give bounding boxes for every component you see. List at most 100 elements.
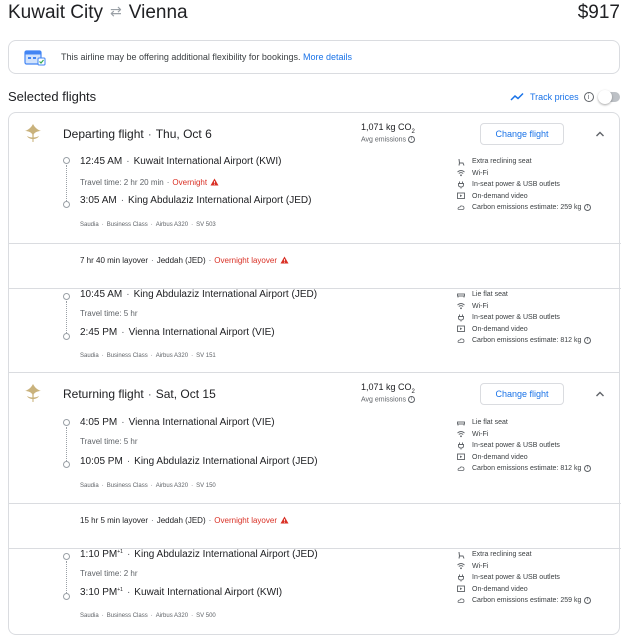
co2-summary: 1,071 kg CO2 Avg emissions i [361, 122, 416, 143]
departure-time: 12:45 AM [80, 156, 123, 167]
amenity-emissions: Carbon emissions estimate: 812 kg i [457, 463, 617, 475]
wifi-icon [457, 430, 465, 438]
info-icon[interactable]: i [583, 92, 594, 102]
amenity-video: On-demand video [457, 452, 617, 464]
amenity-power: In-seat power & USB outlets [457, 179, 617, 191]
amenities-list: Extra reclining seat Wi-Fi In-seat power… [457, 549, 617, 607]
track-prices-label[interactable]: Track prices [530, 92, 579, 102]
next-day-indicator: +1 [117, 587, 123, 593]
lie-flat-seat-icon [457, 291, 465, 299]
wifi-icon [457, 562, 465, 570]
toggle-knob [598, 90, 612, 104]
departing-date: Thu, Oct 6 [155, 127, 212, 141]
info-icon[interactable]: i [584, 337, 592, 345]
seat-icon [457, 551, 465, 559]
departing-label: Departing flight [63, 127, 144, 141]
warning-icon [280, 256, 289, 264]
banner-text: This airline may be offering additional … [61, 52, 352, 62]
departure-row: 1:10 PM+1 · King Abdulaziz International A… [80, 549, 318, 560]
info-icon[interactable]: i [408, 135, 416, 143]
departure-row: 12:45 AM · Kuwait International Airport (K… [80, 156, 282, 167]
lie-flat-seat-icon [457, 419, 465, 427]
change-flight-button[interactable]: Change flight [480, 383, 564, 405]
origin-city: Kuwait City [8, 2, 104, 23]
returning-label: Returning flight [63, 387, 144, 401]
arrival-row: 10:05 PM · King Abdulaziz International Ai… [80, 456, 318, 467]
track-prices[interactable]: Track prices i [510, 89, 594, 105]
trend-icon [510, 92, 524, 101]
amenity-wifi: Wi-Fi [457, 168, 617, 180]
more-details-link[interactable]: More details [303, 52, 352, 62]
arrival-row: 3:05 AM · King Abdulaziz International Air… [80, 195, 312, 206]
flight-details: Saudia · Business Class · Airbus A320 · SV 151 [80, 353, 216, 359]
seat-icon [457, 158, 465, 166]
change-flight-button[interactable]: Change flight [480, 123, 564, 145]
amenities-list: Lie flat seat Wi-Fi In-seat power & USB … [457, 289, 617, 347]
layover-duration: 15 hr 5 min layover [80, 516, 149, 525]
timeline [62, 553, 72, 601]
track-prices-toggle[interactable] [598, 90, 620, 104]
departure-airport: King Abdulaziz International Airport (JE… [133, 289, 318, 300]
timeline [62, 419, 72, 469]
power-plug-icon [457, 442, 465, 450]
video-icon [457, 585, 465, 593]
layover-row: 15 hr 5 min layover · Jeddah (JED) · Overnig… [9, 503, 621, 549]
layover-duration: 7 hr 40 min layover [80, 256, 149, 265]
layover-row: 7 hr 40 min layover · Jeddah (JED) · Overnig… [9, 243, 621, 289]
amenity-power: In-seat power & USB outlets [457, 440, 617, 452]
banner-message: This airline may be offering additional … [61, 52, 301, 62]
co2-value: 1,071 kg CO2 [361, 122, 415, 135]
info-icon[interactable]: i [584, 204, 592, 212]
arrival-time: 3:05 AM [80, 195, 117, 206]
co2-summary: 1,071 kg CO2 Avg emissions i [361, 382, 416, 403]
overnight-layover-warning: Overnight layover [214, 516, 277, 525]
info-icon[interactable]: i [584, 597, 592, 605]
total-price: $917 [577, 2, 620, 23]
flight-leg: 12:45 AM · Kuwait International Airport (K… [9, 151, 621, 243]
amenity-wifi: Wi-Fi [457, 301, 617, 313]
info-icon[interactable]: i [584, 465, 592, 473]
power-plug-icon [457, 181, 465, 189]
departing-title: Departing flight · Thu, Oct 6 [63, 127, 212, 141]
overnight-warning: Overnight [172, 178, 208, 187]
timeline [62, 293, 72, 341]
co2-icon [457, 465, 465, 473]
departure-airport: King Abdulaziz International Airport (JE… [134, 549, 318, 560]
amenity-emissions: Carbon emissions estimate: 812 kg i [457, 335, 617, 347]
swap-arrows-icon: ⇄ [110, 3, 122, 19]
amenity-video: On-demand video [457, 191, 617, 203]
travel-time: Travel time: 5 hr [80, 309, 138, 318]
flight-leg: 4:05 PM · Vienna International Airport (VI… [9, 415, 621, 503]
co2-icon [457, 337, 465, 345]
overnight-layover-warning: Overnight layover [214, 256, 277, 265]
returning-title: Returning flight · Sat, Oct 15 [63, 387, 216, 401]
timeline [62, 157, 72, 209]
departure-time: 1:10 PM [80, 549, 118, 560]
flight-details: Saudia · Business Class · Airbus A320 · SV 150 [80, 483, 216, 489]
wifi-icon [457, 169, 465, 177]
returning-flight-card: Returning flight · Sat, Oct 15 1,071 kg CO… [8, 373, 621, 635]
arrival-airport: Vienna International Airport (VIE) [128, 327, 275, 338]
amenities-list: Lie flat seat Wi-Fi In-seat power & USB … [457, 417, 617, 475]
video-icon [457, 325, 465, 333]
power-plug-icon [457, 574, 465, 582]
route-title: Kuwait City ⇄ Vienna [8, 2, 188, 24]
co2-icon [457, 597, 465, 605]
chevron-up-icon[interactable] [593, 387, 607, 401]
amenity-seat: Lie flat seat [457, 417, 617, 429]
amenity-seat: Lie flat seat [457, 289, 617, 301]
chevron-up-icon[interactable] [593, 127, 607, 141]
avg-emissions: Avg emissions i [361, 395, 416, 403]
arrival-row: 3:10 PM+1 · Kuwait International Airport (… [80, 587, 283, 598]
departure-time: 4:05 PM [80, 417, 118, 428]
power-plug-icon [457, 314, 465, 322]
warning-icon [210, 178, 219, 186]
amenity-wifi: Wi-Fi [457, 429, 617, 441]
amenity-emissions: Carbon emissions estimate: 259 kg i [457, 595, 617, 607]
info-icon[interactable]: i [408, 395, 416, 403]
travel-time: Travel time: 2 hr [80, 569, 138, 578]
destination-city: Vienna [128, 2, 188, 23]
arrival-airport: Kuwait International Airport (KWI) [134, 587, 283, 598]
avg-emissions: Avg emissions i [361, 135, 416, 143]
saudia-logo-icon [25, 124, 41, 142]
